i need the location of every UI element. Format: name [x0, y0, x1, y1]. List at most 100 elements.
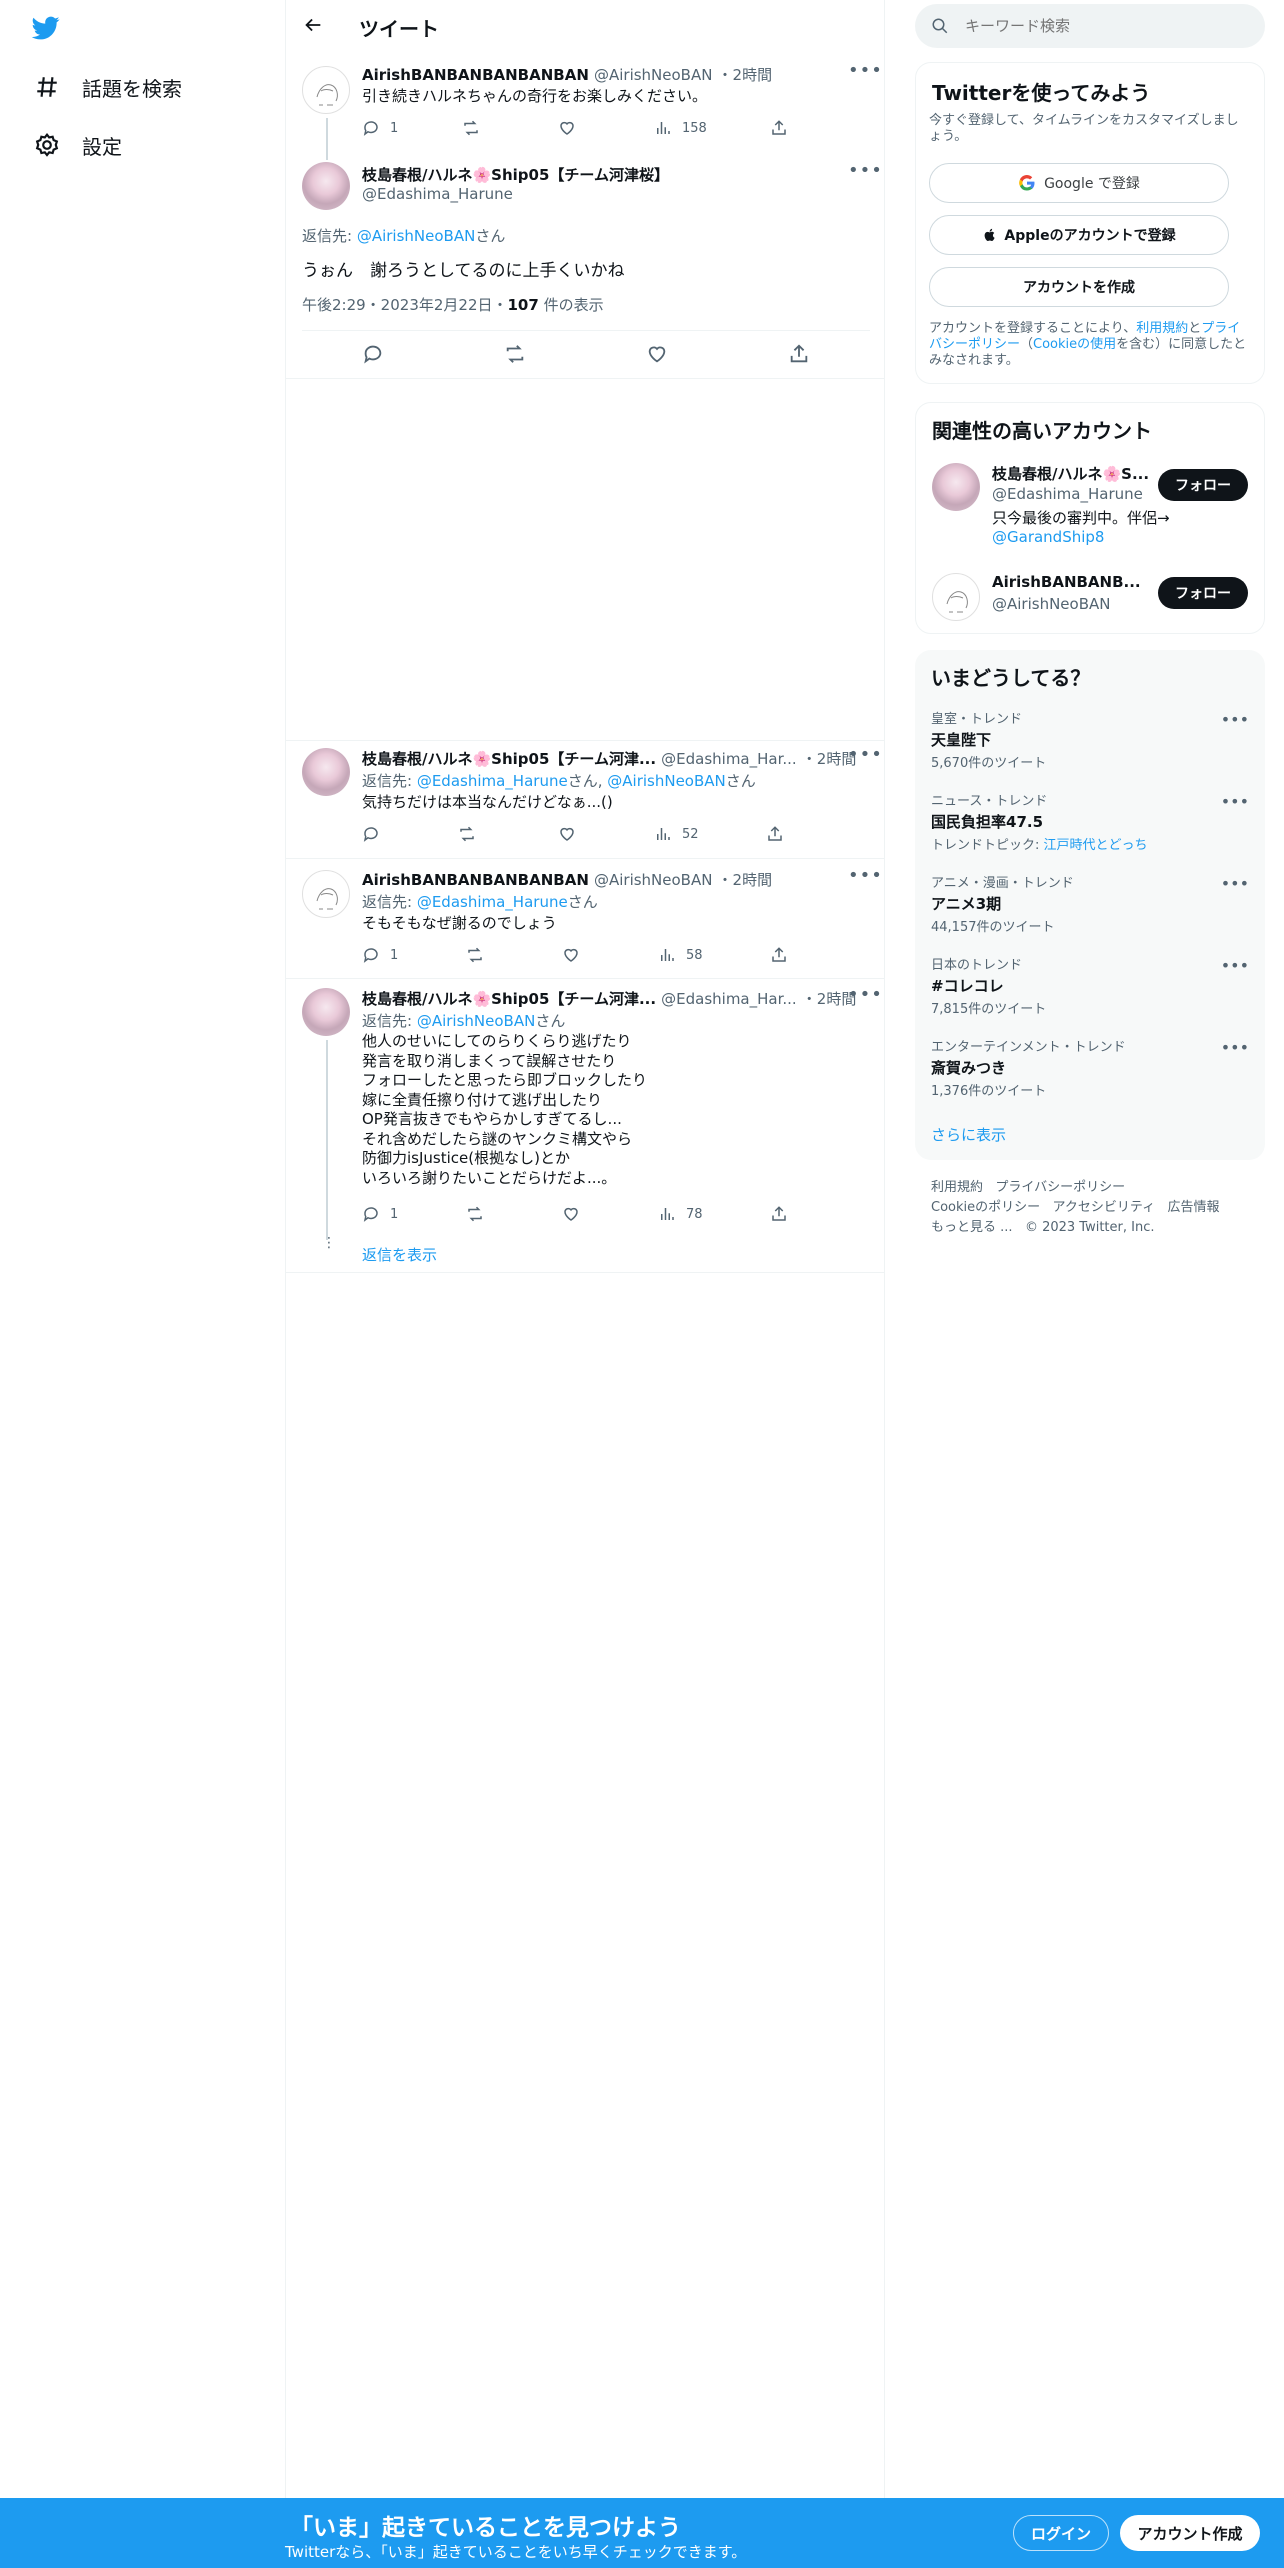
- login-button[interactable]: ログイン: [1013, 2515, 1109, 2551]
- mention-link[interactable]: @AirishNeoBAN: [357, 227, 475, 245]
- google-signup-button[interactable]: Google で登録: [929, 163, 1229, 203]
- share-button[interactable]: [770, 1205, 798, 1223]
- avatar[interactable]: [932, 573, 980, 621]
- tweet-time[interactable]: ・2時間: [718, 66, 773, 84]
- footer-privacy-link[interactable]: プライバシーポリシー: [995, 1180, 1125, 1195]
- related-accounts-card: 関連性の高いアカウント 枝島春根/ハルネ🌸S... @Edashima_Haru…: [915, 402, 1265, 634]
- avatar[interactable]: [302, 162, 350, 210]
- search-input[interactable]: [965, 14, 1245, 38]
- author-name[interactable]: 枝島春根/ハルネ🌸Ship05【チーム河津...: [362, 990, 656, 1008]
- author-handle[interactable]: @AirishNeoBAN: [594, 66, 712, 84]
- share-button[interactable]: [770, 946, 798, 964]
- reply-button[interactable]: [362, 343, 394, 365]
- follow-button[interactable]: フォロー: [1158, 469, 1248, 501]
- trend-item[interactable]: ニュース・トレンド 国民負担率47.5 トレンドトピック: 江戸時代とどっち •••: [931, 790, 1249, 853]
- reply-button[interactable]: 1: [362, 1205, 398, 1223]
- more-icon[interactable]: •••: [1221, 874, 1249, 893]
- more-icon[interactable]: •••: [848, 744, 883, 765]
- trend-item[interactable]: 皇室・トレンド 天皇陛下 5,670件のツイート •••: [931, 708, 1249, 771]
- retweet-button[interactable]: [466, 946, 494, 964]
- apple-signup-button[interactable]: Appleのアカウントで登録: [929, 215, 1229, 255]
- mention-link[interactable]: @Edashima_Harune: [417, 893, 568, 911]
- share-button[interactable]: [766, 825, 794, 843]
- more-icon[interactable]: •••: [1221, 956, 1249, 975]
- terms-link[interactable]: 利用規約: [1136, 321, 1188, 336]
- mention-link[interactable]: @AirishNeoBAN: [417, 1012, 535, 1030]
- tweet-timestamp[interactable]: 午後2:29・2023年2月22日・: [302, 296, 508, 314]
- like-button[interactable]: [562, 1205, 590, 1223]
- reply-button[interactable]: [362, 825, 390, 843]
- signup-legal: アカウントを登録することにより、利用規約とプライバシーポリシー（Cookieの使…: [929, 321, 1247, 368]
- back-arrow-icon[interactable]: [302, 14, 330, 42]
- avatar[interactable]: [932, 463, 980, 511]
- more-icon[interactable]: •••: [848, 984, 883, 1005]
- footer-accessibility-link[interactable]: アクセシビリティ: [1053, 1200, 1156, 1215]
- views-button[interactable]: 78: [658, 1205, 703, 1223]
- reply-count: 1: [390, 947, 399, 963]
- account-handle[interactable]: @Edashima_Harune: [992, 485, 1143, 503]
- bottom-signup-bar: 「いま」起きていることを見つけよう Twitterなら、「いま」起きていることを…: [0, 2498, 1284, 2568]
- more-icon[interactable]: •••: [1221, 1038, 1249, 1057]
- footer-cookie-link[interactable]: Cookieのポリシー: [931, 1200, 1040, 1215]
- avatar[interactable]: [302, 988, 350, 1036]
- avatar[interactable]: [302, 66, 350, 114]
- author-handle[interactable]: @Edashima_Har...: [661, 990, 797, 1008]
- avatar[interactable]: [302, 748, 350, 796]
- author-handle[interactable]: @AirishNeoBAN: [594, 871, 712, 889]
- related-title: 関連性の高いアカウント: [932, 419, 1152, 443]
- author-name[interactable]: AirishBANBANBANBANBAN: [362, 871, 589, 889]
- more-icon[interactable]: •••: [1221, 792, 1249, 811]
- more-icon[interactable]: •••: [1221, 710, 1249, 729]
- thread-dots: ⋮: [322, 1235, 336, 1251]
- search-box[interactable]: [915, 4, 1265, 48]
- show-replies-link[interactable]: 返信を表示: [362, 1244, 437, 1265]
- share-button[interactable]: [770, 119, 798, 137]
- more-icon[interactable]: •••: [848, 865, 883, 886]
- account-name[interactable]: 枝島春根/ハルネ🌸S...: [992, 463, 1149, 484]
- author-name[interactable]: 枝島春根/ハルネ🌸Ship05【チーム河津桜】: [362, 164, 669, 185]
- author-name[interactable]: AirishBANBANBANBANBAN: [362, 66, 589, 84]
- signup-button[interactable]: アカウント作成: [1120, 2515, 1260, 2551]
- more-icon[interactable]: •••: [848, 60, 883, 81]
- retweet-button[interactable]: [466, 1205, 494, 1223]
- views-button[interactable]: 58: [658, 946, 703, 964]
- mention-link[interactable]: @AirishNeoBAN: [607, 772, 725, 790]
- mention-link[interactable]: @GarandShip8: [992, 528, 1170, 547]
- nav-settings[interactable]: 設定: [30, 120, 122, 170]
- create-account-button[interactable]: アカウントを作成: [929, 267, 1229, 307]
- tweet-line: 防御力isJustice(根拠なし)とか: [362, 1149, 570, 1167]
- more-icon[interactable]: •••: [848, 160, 883, 181]
- like-button[interactable]: [646, 343, 678, 365]
- footer-terms-link[interactable]: 利用規約: [931, 1180, 983, 1195]
- tweet-time[interactable]: ・2時間: [718, 871, 773, 889]
- footer-ads-link[interactable]: 広告情報: [1168, 1200, 1220, 1215]
- trend-item[interactable]: 日本のトレンド #コレコレ 7,815件のツイート •••: [931, 954, 1249, 1017]
- retweet-button[interactable]: [462, 119, 490, 137]
- like-button[interactable]: [558, 825, 586, 843]
- retweet-button[interactable]: [458, 825, 486, 843]
- avatar[interactable]: [302, 870, 350, 918]
- mention-link[interactable]: @Edashima_Harune: [417, 772, 568, 790]
- reply-button[interactable]: 1: [362, 946, 398, 964]
- views-button[interactable]: 52: [654, 825, 699, 843]
- reply-button[interactable]: 1: [362, 119, 398, 137]
- account-name[interactable]: AirishBANBANB...: [992, 573, 1141, 591]
- like-button[interactable]: [558, 119, 586, 137]
- trend-topic-link[interactable]: 江戸時代とどっち: [1044, 838, 1148, 853]
- like-button[interactable]: [562, 946, 590, 964]
- account-handle[interactable]: @AirishNeoBAN: [992, 595, 1110, 613]
- views-button[interactable]: 158: [654, 119, 707, 137]
- follow-button[interactable]: フォロー: [1158, 577, 1248, 609]
- cookie-link[interactable]: Cookieの使用: [1033, 337, 1116, 352]
- author-handle[interactable]: @Edashima_Har...: [661, 750, 797, 768]
- share-button[interactable]: [788, 343, 820, 365]
- author-handle[interactable]: @Edashima_Harune: [362, 185, 513, 203]
- author-name[interactable]: 枝島春根/ハルネ🌸Ship05【チーム河津...: [362, 750, 656, 768]
- show-more-trends-link[interactable]: さらに表示: [931, 1124, 1006, 1145]
- footer-more-link[interactable]: もっと見る ...: [931, 1220, 1013, 1235]
- nav-explore[interactable]: 話題を検索: [30, 62, 182, 112]
- retweet-button[interactable]: [504, 343, 536, 365]
- trend-item[interactable]: アニメ・漫画・トレンド アニメ3期 44,157件のツイート •••: [931, 872, 1249, 935]
- trend-item[interactable]: エンターテインメント・トレンド 斎賀みつき 1,376件のツイート •••: [931, 1036, 1249, 1099]
- twitter-logo-icon[interactable]: [30, 14, 62, 42]
